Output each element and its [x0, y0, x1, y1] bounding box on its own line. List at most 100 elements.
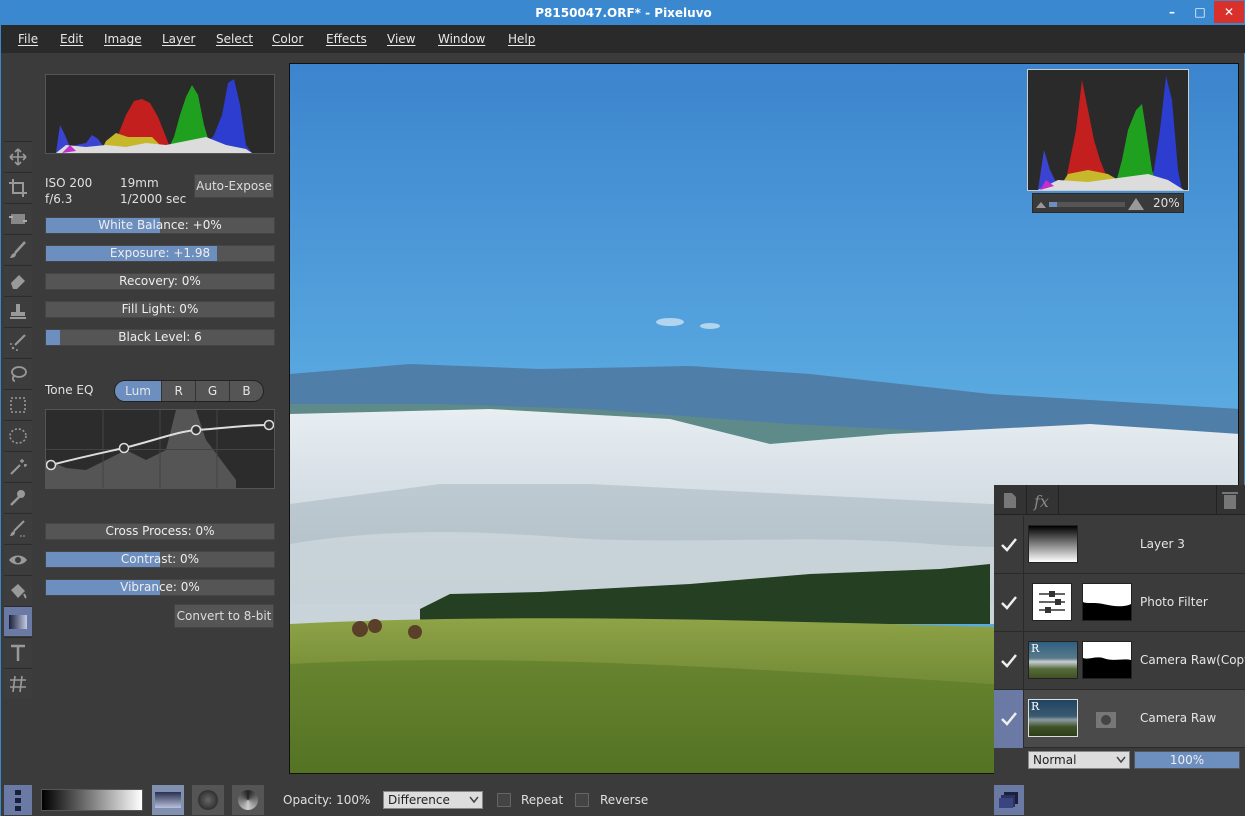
tab-b[interactable]: B — [229, 381, 263, 401]
menu-help[interactable]: Help — [508, 32, 535, 46]
chevron-down-icon — [469, 796, 479, 804]
layer-visibility-checkbox[interactable] — [994, 574, 1024, 632]
layer-visibility-checkbox[interactable] — [994, 690, 1024, 748]
menu-color[interactable]: Color — [272, 32, 303, 46]
rect-select-icon[interactable] — [4, 389, 32, 419]
raw-badge-icon: R — [1031, 642, 1040, 655]
red-eye-icon[interactable] — [4, 544, 32, 574]
radial-gradient-icon[interactable] — [192, 785, 224, 815]
tool-bar — [4, 141, 32, 701]
menu-select[interactable]: Select — [216, 32, 253, 46]
exposure-slider[interactable]: Exposure: +1.98 — [45, 245, 275, 262]
angle-gradient-icon[interactable] — [232, 785, 264, 815]
menu-bar: File Edit Image Layer Select Color Effec… — [1, 25, 1245, 53]
grid-icon[interactable] — [4, 668, 32, 698]
trash-icon[interactable] — [1220, 490, 1240, 510]
focal-length: 19mm — [120, 176, 159, 190]
fx-icon[interactable]: fx — [1032, 489, 1054, 511]
layer-name: Photo Filter — [1140, 595, 1208, 609]
minimize-button[interactable]: – — [1159, 1, 1185, 23]
check-icon — [1000, 538, 1017, 552]
mask-icon[interactable] — [1096, 712, 1116, 728]
eraser-icon[interactable] — [4, 265, 32, 295]
app-window: P8150047.ORF* - Pixeluvo – □ ✕ File Edit… — [0, 0, 1245, 816]
repeat-label: Repeat — [521, 793, 564, 807]
fill-light-slider[interactable]: Fill Light: 0% — [45, 301, 275, 318]
vibrance-slider[interactable]: Vibrance: 0% — [45, 579, 275, 596]
selection-brush-icon[interactable] — [4, 513, 32, 543]
close-button[interactable]: ✕ — [1214, 1, 1244, 23]
new-layer-icon[interactable] — [1000, 490, 1020, 510]
tab-g[interactable]: G — [195, 381, 229, 401]
layer-thumbnail: R — [1028, 641, 1078, 679]
layer-thumbnail — [1028, 525, 1078, 563]
move-icon[interactable] — [4, 141, 32, 171]
chevron-down-icon — [1116, 756, 1126, 764]
opacity-label[interactable]: Opacity: 100% — [283, 793, 370, 807]
reverse-checkbox[interactable] — [575, 793, 589, 807]
gradient-preview[interactable] — [41, 789, 143, 811]
title-bar: P8150047.ORF* - Pixeluvo – □ ✕ — [1, 1, 1245, 25]
lasso-icon[interactable] — [4, 358, 32, 388]
tone-curve[interactable] — [45, 409, 275, 489]
auto-expose-button[interactable]: Auto-Expose — [194, 174, 274, 198]
layer-visibility-checkbox[interactable] — [994, 632, 1024, 690]
menu-image[interactable]: Image — [104, 32, 142, 46]
magic-wand-icon[interactable] — [4, 451, 32, 481]
layer-row[interactable]: R Camera Raw(Copy) — [994, 632, 1245, 690]
gradient-settings-icon[interactable] — [4, 785, 32, 815]
menu-file[interactable]: File — [18, 32, 38, 46]
gradient-icon[interactable] — [4, 606, 32, 636]
check-icon — [1000, 712, 1017, 726]
window-title: P8150047.ORF* - Pixeluvo — [535, 6, 712, 20]
tab-r[interactable]: R — [161, 381, 195, 401]
aperture-value: f/6.3 — [45, 192, 73, 206]
tab-lum[interactable]: Lum — [115, 381, 162, 401]
clone-stamp-icon[interactable] — [4, 296, 32, 326]
menu-edit[interactable]: Edit — [60, 32, 83, 46]
gradient-mode-select[interactable]: Difference — [383, 791, 483, 809]
layer-row[interactable]: R Camera Raw — [994, 690, 1245, 748]
maximize-button[interactable]: □ — [1187, 1, 1213, 23]
layers-toggle-icon[interactable] — [994, 785, 1024, 815]
reverse-label: Reverse — [600, 793, 649, 807]
crop-icon[interactable] — [4, 172, 32, 202]
brush-icon[interactable] — [4, 234, 32, 264]
zoom-slider[interactable] — [1049, 202, 1125, 207]
layers-toolbar: fx — [994, 485, 1245, 515]
transform-icon[interactable] — [4, 203, 32, 233]
zoom-out-icon[interactable] — [1036, 200, 1046, 208]
layer-row[interactable]: Layer 3 — [994, 516, 1245, 574]
menu-effects[interactable]: Effects — [326, 32, 367, 46]
layer-mask-thumbnail — [1082, 641, 1132, 679]
layer-opacity-slider[interactable]: 100% — [1134, 751, 1240, 769]
menu-view[interactable]: View — [387, 32, 415, 46]
layer-visibility-checkbox[interactable] — [994, 516, 1024, 574]
check-icon — [1000, 654, 1017, 668]
contrast-slider[interactable]: Contrast: 0% — [45, 551, 275, 568]
raw-badge-icon: R — [1031, 700, 1040, 713]
layer-name: Camera Raw(Copy) — [1140, 653, 1245, 667]
fill-bucket-icon[interactable] — [4, 575, 32, 605]
linear-gradient-icon[interactable] — [152, 785, 184, 815]
smart-select-icon[interactable] — [4, 482, 32, 512]
cross-process-slider[interactable]: Cross Process: 0% — [45, 523, 275, 540]
heal-icon[interactable] — [4, 327, 32, 357]
menu-layer[interactable]: Layer — [162, 32, 195, 46]
zoom-in-icon[interactable] — [1128, 196, 1144, 210]
layer-row[interactable]: Photo Filter — [994, 574, 1245, 632]
iso-value: ISO 200 — [45, 176, 93, 190]
black-level-slider[interactable]: Black Level: 6 — [45, 329, 275, 346]
layer-thumbnail: R — [1028, 699, 1078, 737]
recovery-slider[interactable]: Recovery: 0% — [45, 273, 275, 290]
adjustment-icon — [1032, 583, 1072, 621]
white-balance-slider[interactable]: White Balance: +0% — [45, 217, 275, 234]
blend-mode-select[interactable]: Normal — [1028, 751, 1130, 769]
ellipse-select-icon[interactable] — [4, 420, 32, 450]
repeat-checkbox[interactable] — [497, 793, 511, 807]
text-icon[interactable] — [4, 637, 32, 667]
shutter-speed: 1/2000 sec — [120, 192, 187, 206]
convert-8bit-button[interactable]: Convert to 8-bit — [174, 604, 274, 628]
menu-window[interactable]: Window — [438, 32, 485, 46]
layers-panel: fx Layer 3 Photo Filter R Camera Raw(Cop… — [994, 485, 1245, 785]
